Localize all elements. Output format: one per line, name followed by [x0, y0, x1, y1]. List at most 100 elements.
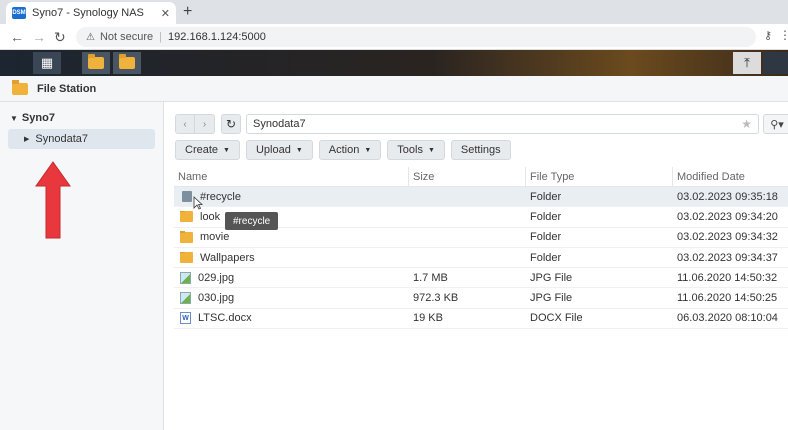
path-bar[interactable]: Synodata7 ★ — [246, 114, 759, 134]
file-name: Wallpapers — [200, 251, 255, 264]
tree-root-syno7[interactable]: ▼ Syno7 — [10, 112, 55, 124]
url-separator: | — [159, 31, 163, 43]
close-icon[interactable]: ✕ — [161, 7, 170, 20]
forward-button[interactable]: › — [195, 114, 215, 134]
refresh-button[interactable]: ↻ — [221, 114, 241, 134]
file-row[interactable]: Wallpapers Folder 03.02.2023 09:34:37 — [174, 248, 788, 269]
file-row[interactable]: 029.jpg 1.7 MB JPG File 11.06.2020 14:50:32 — [174, 268, 788, 289]
file-name: 029.jpg — [198, 271, 235, 284]
file-modified: 03.02.2023 09:34:37 — [677, 251, 778, 264]
file-name: LTSC.docx — [198, 312, 252, 325]
file-row[interactable]: movie Folder 03.02.2023 09:34:32 — [174, 228, 788, 248]
settings-label: Settings — [460, 144, 501, 156]
new-tab-button[interactable]: + — [183, 2, 192, 22]
file-size: 972.3 KB — [413, 292, 459, 305]
trash-icon — [182, 191, 192, 203]
upload-icon: ⤒ — [744, 55, 750, 70]
column-type[interactable]: File Type — [526, 166, 673, 187]
file-station-icon — [12, 79, 28, 95]
file-modified: 03.02.2023 09:35:18 — [677, 190, 778, 203]
taskbar-file-station[interactable] — [82, 52, 110, 74]
upload-queue-button[interactable]: ⤒ — [733, 52, 761, 74]
main-menu-button[interactable]: ▦ — [33, 52, 61, 74]
docx-icon: W — [180, 312, 191, 325]
image-icon — [180, 271, 191, 284]
settings-button[interactable]: Settings — [450, 140, 511, 160]
tab-title: Syno7 - Synology NAS — [32, 7, 144, 19]
tooltip: #recycle — [225, 212, 279, 230]
key-icon[interactable]: ⚷ — [764, 29, 772, 42]
file-modified: 03.02.2023 09:34:20 — [677, 210, 778, 223]
dropdown-icon: ▼ — [364, 146, 372, 154]
file-type: DOCX File — [530, 312, 583, 325]
folder-icon — [180, 231, 193, 243]
path-text: Synodata7 — [253, 118, 306, 130]
file-name: #recycle — [200, 190, 241, 203]
create-button[interactable]: Create ▼ — [175, 140, 240, 160]
file-type: JPG File — [530, 292, 573, 305]
file-type: JPG File — [530, 271, 573, 284]
browser-toolbar: ← → ↻ ⚠ Not secure | 192.168.1.124:5000 … — [0, 24, 788, 50]
tools-label: Tools — [397, 144, 423, 156]
search-button[interactable]: ⚲▾ — [763, 114, 788, 134]
tools-button[interactable]: Tools ▼ — [387, 140, 445, 160]
file-size: 1.7 MB — [413, 271, 448, 284]
window-title: File Station — [37, 82, 97, 95]
action-toolbar: Create ▼ Upload ▼ Action ▼ Tools ▼ Settings — [175, 140, 511, 160]
file-row[interactable]: W LTSC.docx 19 KB DOCX File 06.03.2020 08:10… — [174, 309, 788, 330]
forward-arrow-icon[interactable]: → — [32, 28, 46, 46]
upload-button[interactable]: Upload ▼ — [245, 140, 313, 160]
file-name-cell: 029.jpg — [174, 271, 409, 284]
file-size: 19 KB — [413, 312, 443, 325]
dropdown-icon: ▼ — [223, 146, 230, 154]
more-menu-icon[interactable]: ⋮ — [779, 28, 788, 42]
file-row[interactable]: #recycle Folder 03.02.2023 09:35:18 — [174, 187, 788, 208]
taskbar-file-station-2[interactable] — [113, 52, 141, 74]
back-arrow-icon[interactable]: ← — [10, 28, 24, 46]
folder-icon — [180, 210, 193, 223]
folder-icon — [119, 54, 135, 69]
folder-icon — [88, 54, 104, 69]
browser-tab[interactable]: DSM Syno7 - Synology NAS ✕ — [6, 2, 176, 24]
file-row[interactable]: 030.jpg 972.3 KB JPG File 11.06.2020 14:50:… — [174, 288, 788, 309]
file-name-cell: Wallpapers — [174, 251, 409, 264]
file-name: look — [200, 210, 221, 223]
upload-label: Upload — [255, 144, 291, 156]
notifications-button[interactable] — [763, 52, 788, 74]
file-name-cell: movie — [174, 231, 409, 243]
search-icon: ⚲▾ — [770, 118, 784, 131]
file-name-cell: W LTSC.docx — [174, 312, 409, 325]
warning-icon: ⚠ — [86, 31, 95, 43]
file-modified: 06.03.2020 08:10:04 — [677, 312, 778, 325]
back-button[interactable]: ‹ — [175, 114, 195, 134]
file-type: Folder — [530, 251, 562, 264]
column-modified[interactable]: Modified Date — [673, 167, 788, 187]
star-icon[interactable]: ★ — [741, 117, 752, 131]
reload-icon[interactable]: ↻ — [54, 28, 66, 46]
column-name[interactable]: Name — [174, 166, 409, 187]
file-type: Folder — [530, 210, 562, 223]
caret-right-icon: ▶ — [24, 136, 30, 143]
folder-tree: ▼ Syno7 ▶ Synodata7 — [0, 102, 164, 430]
dropdown-icon: ▼ — [427, 146, 435, 154]
address-bar[interactable]: ⚠ Not secure | 192.168.1.124:5000 — [76, 27, 756, 47]
file-modified: 11.06.2020 14:50:32 — [677, 271, 778, 284]
file-list-panel: ‹ › ↻ Synodata7 ★ ⚲▾ Create ▼ Upload ▼ Act… — [165, 102, 788, 430]
tree-item-synodata7[interactable]: ▶ Synodata7 — [8, 129, 155, 149]
caret-down-icon: ▼ — [10, 114, 18, 123]
mouse-cursor-icon — [193, 196, 203, 210]
not-secure-label: Not secure — [99, 31, 154, 43]
action-button[interactable]: Action ▼ — [318, 140, 382, 160]
image-icon — [180, 292, 191, 305]
file-modified: 11.06.2020 14:50:25 — [677, 292, 778, 305]
window-titlebar: File Station — [0, 76, 788, 102]
grid-body: #recycle Folder 03.02.2023 09:35:18 look Fol… — [174, 187, 788, 330]
file-name-cell: 030.jpg — [174, 292, 409, 305]
column-size[interactable]: Size — [409, 166, 526, 187]
browser-tabstrip: DSM Syno7 - Synology NAS ✕ + — [0, 0, 788, 24]
file-grid: Name Size File Type Modified Date #recyc… — [174, 166, 788, 330]
file-modified: 03.02.2023 09:34:32 — [677, 231, 778, 244]
tree-root-label: Syno7 — [21, 112, 55, 124]
file-name: 030.jpg — [198, 292, 235, 305]
file-type: Folder — [530, 190, 562, 203]
